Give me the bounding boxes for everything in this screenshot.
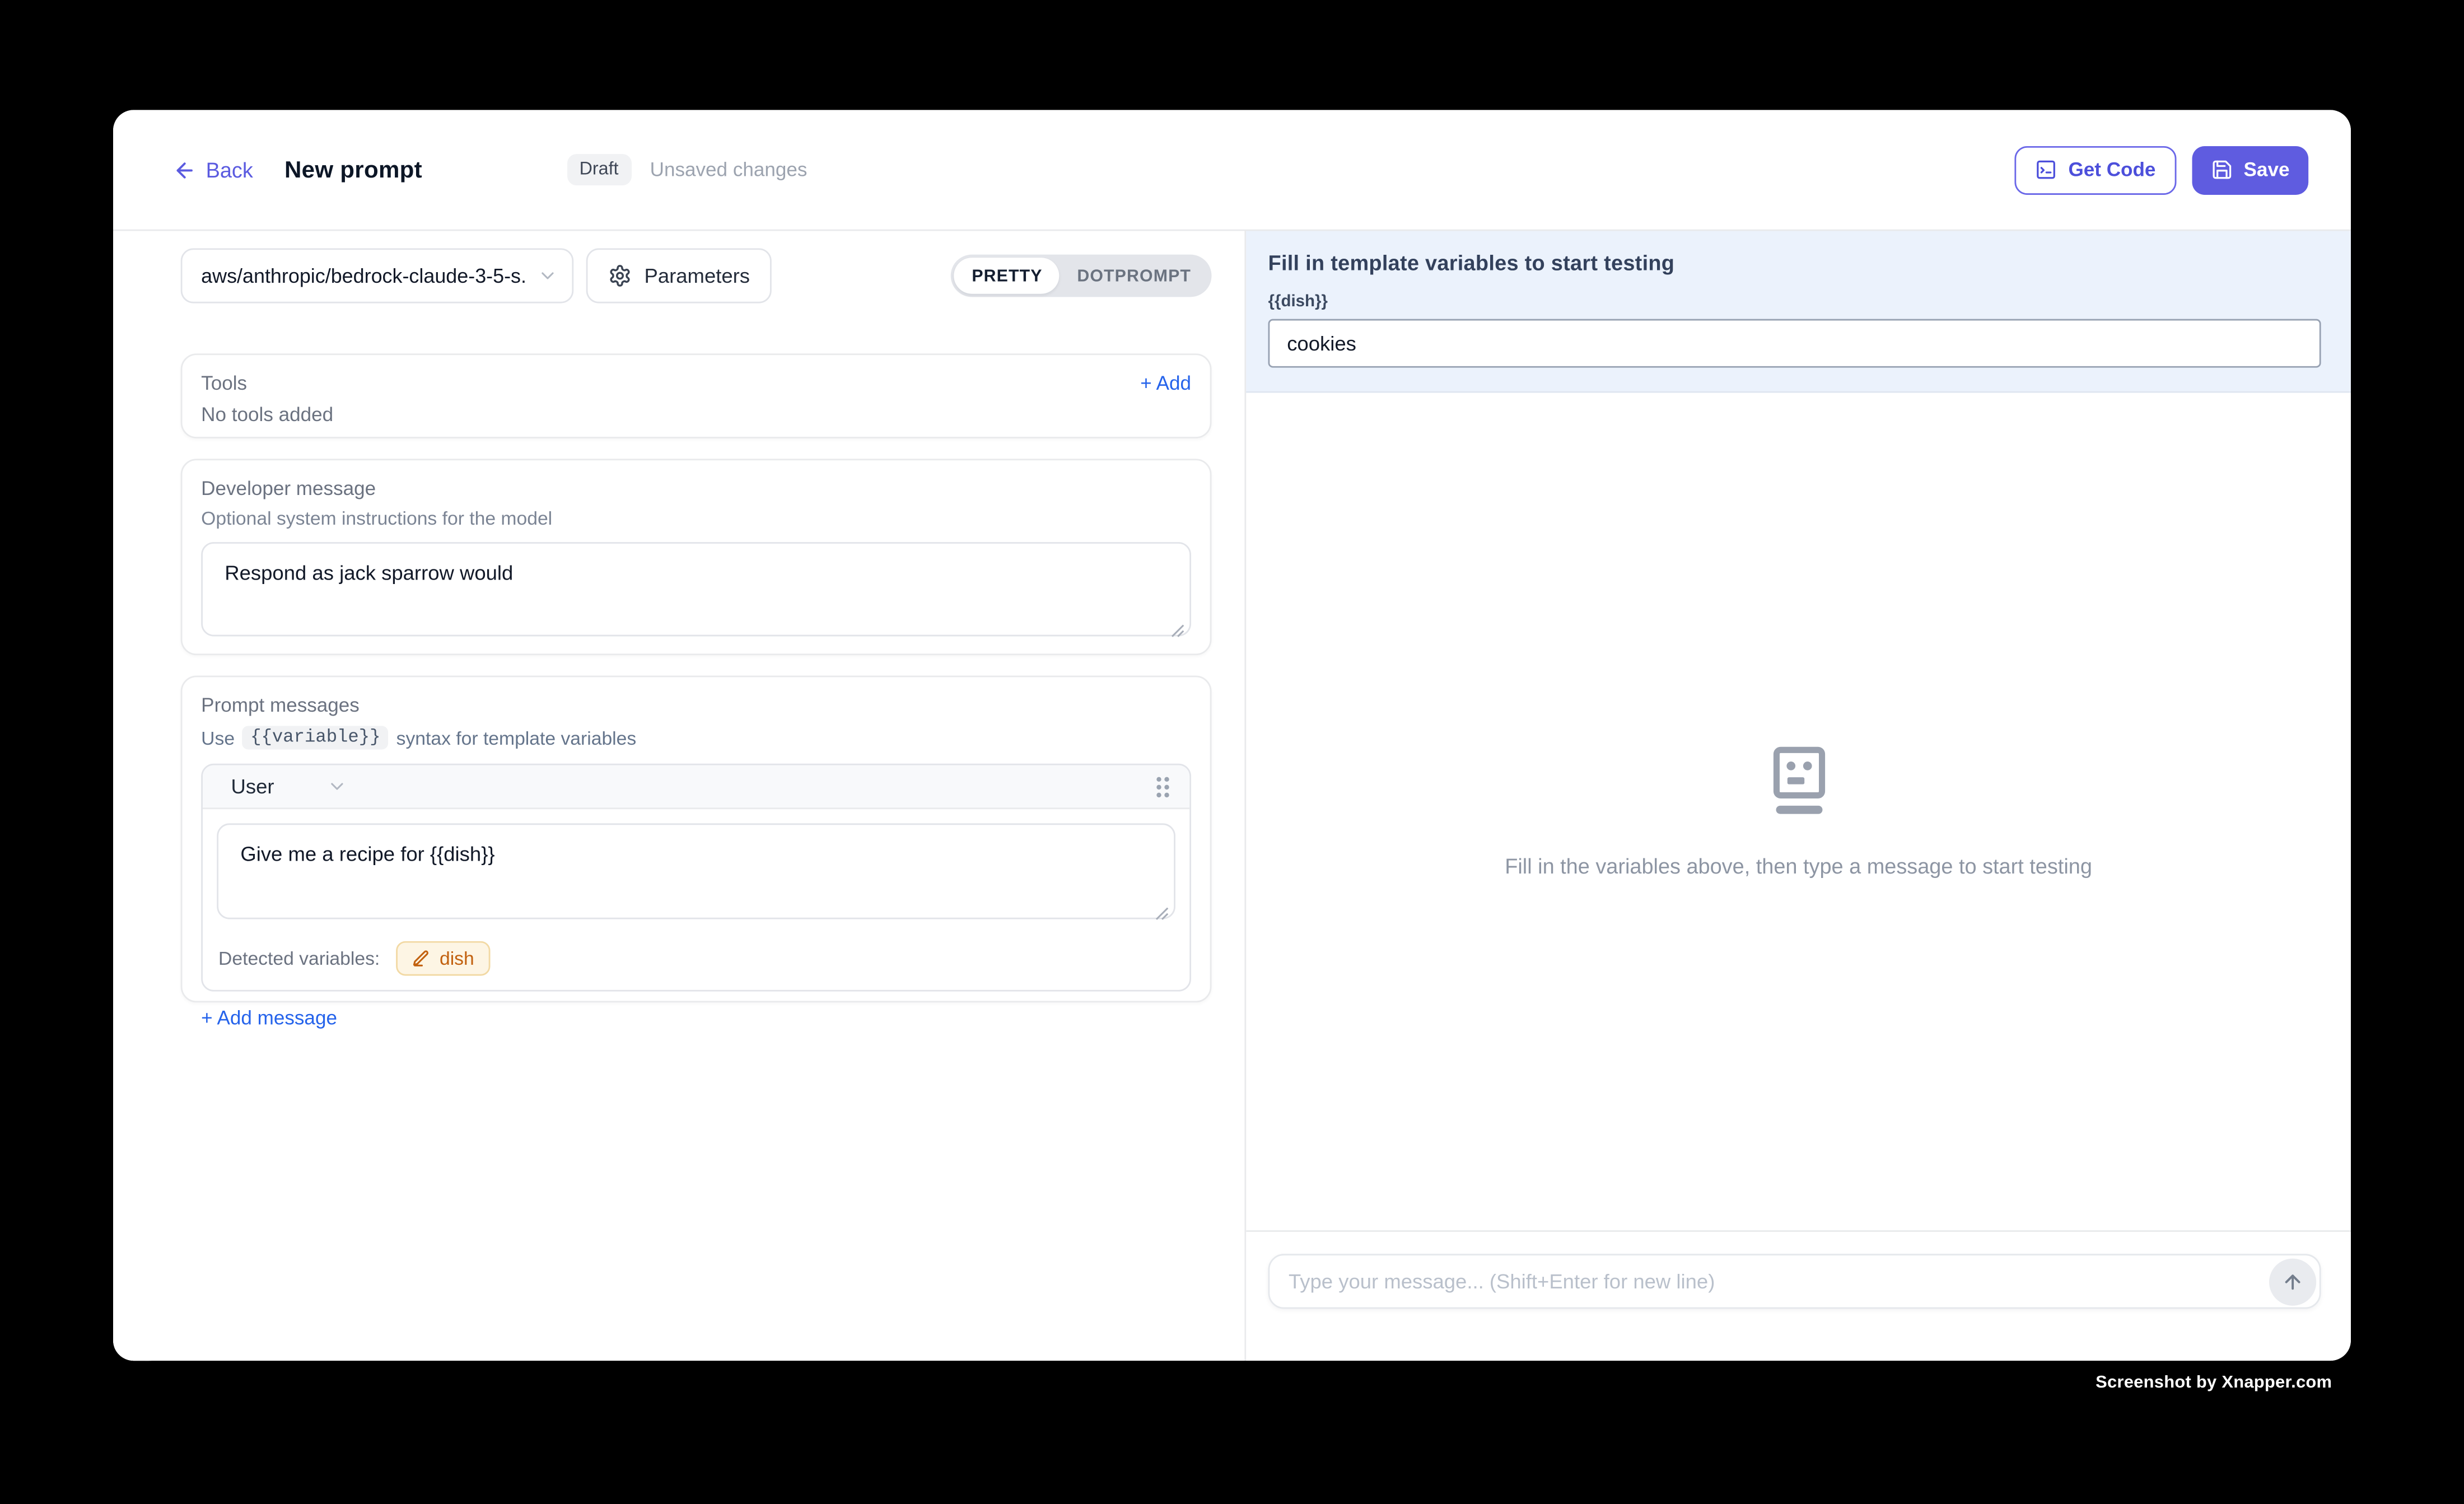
test-panel: Fill in template variables to start test…	[1244, 231, 2350, 1361]
chat-message-input[interactable]	[1268, 1254, 2321, 1309]
arrow-left-icon	[173, 158, 197, 181]
template-variables-section: Fill in template variables to start test…	[1246, 231, 2351, 393]
chevron-down-icon	[328, 776, 348, 796]
resize-grip-icon[interactable]	[1171, 624, 1185, 638]
variable-dish-input[interactable]	[1268, 319, 2321, 368]
chevron-down-icon	[538, 265, 558, 286]
developer-message-title: Developer message	[201, 478, 1191, 499]
page-title: New prompt	[284, 156, 422, 183]
detected-variables-label: Detected variables:	[218, 947, 380, 969]
message-header: User	[203, 765, 1189, 810]
app-window: Back New prompt Draft Unsaved changes Ge…	[113, 110, 2351, 1361]
model-select-value: aws/anthropic/bedrock-claude-3-5-s...	[201, 264, 528, 287]
prompt-messages-section: Prompt messages Use {{variable}} syntax …	[181, 676, 1212, 1003]
help-prefix: Use	[201, 727, 235, 749]
role-select-value: User	[231, 774, 274, 798]
arrow-up-icon	[2281, 1271, 2303, 1292]
toggle-pretty[interactable]: PRETTY	[954, 258, 1060, 294]
developer-message-section: Developer message Optional system instru…	[181, 459, 1212, 655]
parameters-button[interactable]: Parameters	[586, 248, 772, 303]
tools-empty-text: No tools added	[201, 404, 1191, 426]
get-code-button[interactable]: Get Code	[2015, 146, 2176, 194]
model-row: aws/anthropic/bedrock-claude-3-5-s... Pa…	[181, 248, 1212, 303]
send-button[interactable]	[2269, 1258, 2316, 1305]
model-select[interactable]: aws/anthropic/bedrock-claude-3-5-s...	[181, 248, 574, 303]
chat-empty-state: Fill in the variables above, then type a…	[1246, 393, 2351, 1231]
variable-syntax-chip: {{variable}}	[242, 726, 388, 749]
variable-chip-label: dish	[440, 947, 474, 969]
topbar: Back New prompt Draft Unsaved changes Ge…	[113, 110, 2351, 231]
terminal-icon	[2036, 158, 2057, 180]
watermark: Screenshot by Xnapper.com	[2096, 1374, 2332, 1393]
variable-chip-dish[interactable]: dish	[395, 941, 489, 976]
status-badge: Draft	[567, 154, 631, 185]
gear-icon	[608, 264, 632, 287]
save-label: Save	[2244, 158, 2290, 180]
detected-variables-row: Detected variables: dish	[217, 941, 1175, 976]
parameters-label: Parameters	[645, 264, 750, 287]
screenshot-stage: Back New prompt Draft Unsaved changes Ge…	[0, 0, 2464, 1503]
resize-grip-icon[interactable]	[1155, 907, 1169, 921]
save-button[interactable]: Save	[2192, 146, 2308, 194]
pencil-icon	[411, 949, 430, 968]
empty-state-text: Fill in the variables above, then type a…	[1505, 855, 2092, 879]
format-toggle: PRETTY DOTPROMPT	[951, 255, 1212, 297]
variable-dish-label: {{dish}}	[1268, 292, 2321, 311]
message-input[interactable]: Give me a recipe for {{dish}}	[217, 823, 1175, 919]
role-select[interactable]: User	[218, 774, 348, 798]
bot-icon	[1767, 745, 1830, 817]
tools-title: Tools	[201, 372, 247, 394]
developer-message-subtitle: Optional system instructions for the mod…	[201, 507, 1191, 529]
tools-section: Tools + Add No tools added	[181, 353, 1212, 438]
back-label: Back	[206, 158, 253, 181]
message-block: User Give me a recipe for {{dish}}	[201, 764, 1191, 992]
add-message-button[interactable]: + Add message	[201, 1007, 337, 1029]
floppy-disk-icon	[2211, 158, 2233, 180]
chat-input-bar	[1246, 1230, 2351, 1361]
template-syntax-help: Use {{variable}} syntax for template var…	[201, 726, 1191, 749]
help-suffix: syntax for template variables	[396, 727, 637, 749]
prompt-messages-title: Prompt messages	[201, 694, 1191, 716]
toggle-dotprompt[interactable]: DOTPROMPT	[1060, 258, 1208, 294]
back-button[interactable]: Back	[173, 158, 253, 181]
developer-message-input[interactable]: Respond as jack sparrow would	[201, 542, 1191, 636]
add-tool-button[interactable]: + Add	[1140, 372, 1191, 394]
drag-handle-icon[interactable]	[1152, 774, 1174, 799]
variables-section-title: Fill in template variables to start test…	[1268, 251, 2321, 275]
get-code-label: Get Code	[2068, 158, 2155, 180]
prompt-editor-panel: aws/anthropic/bedrock-claude-3-5-s... Pa…	[113, 231, 1244, 1361]
unsaved-changes-text: Unsaved changes	[650, 158, 808, 180]
